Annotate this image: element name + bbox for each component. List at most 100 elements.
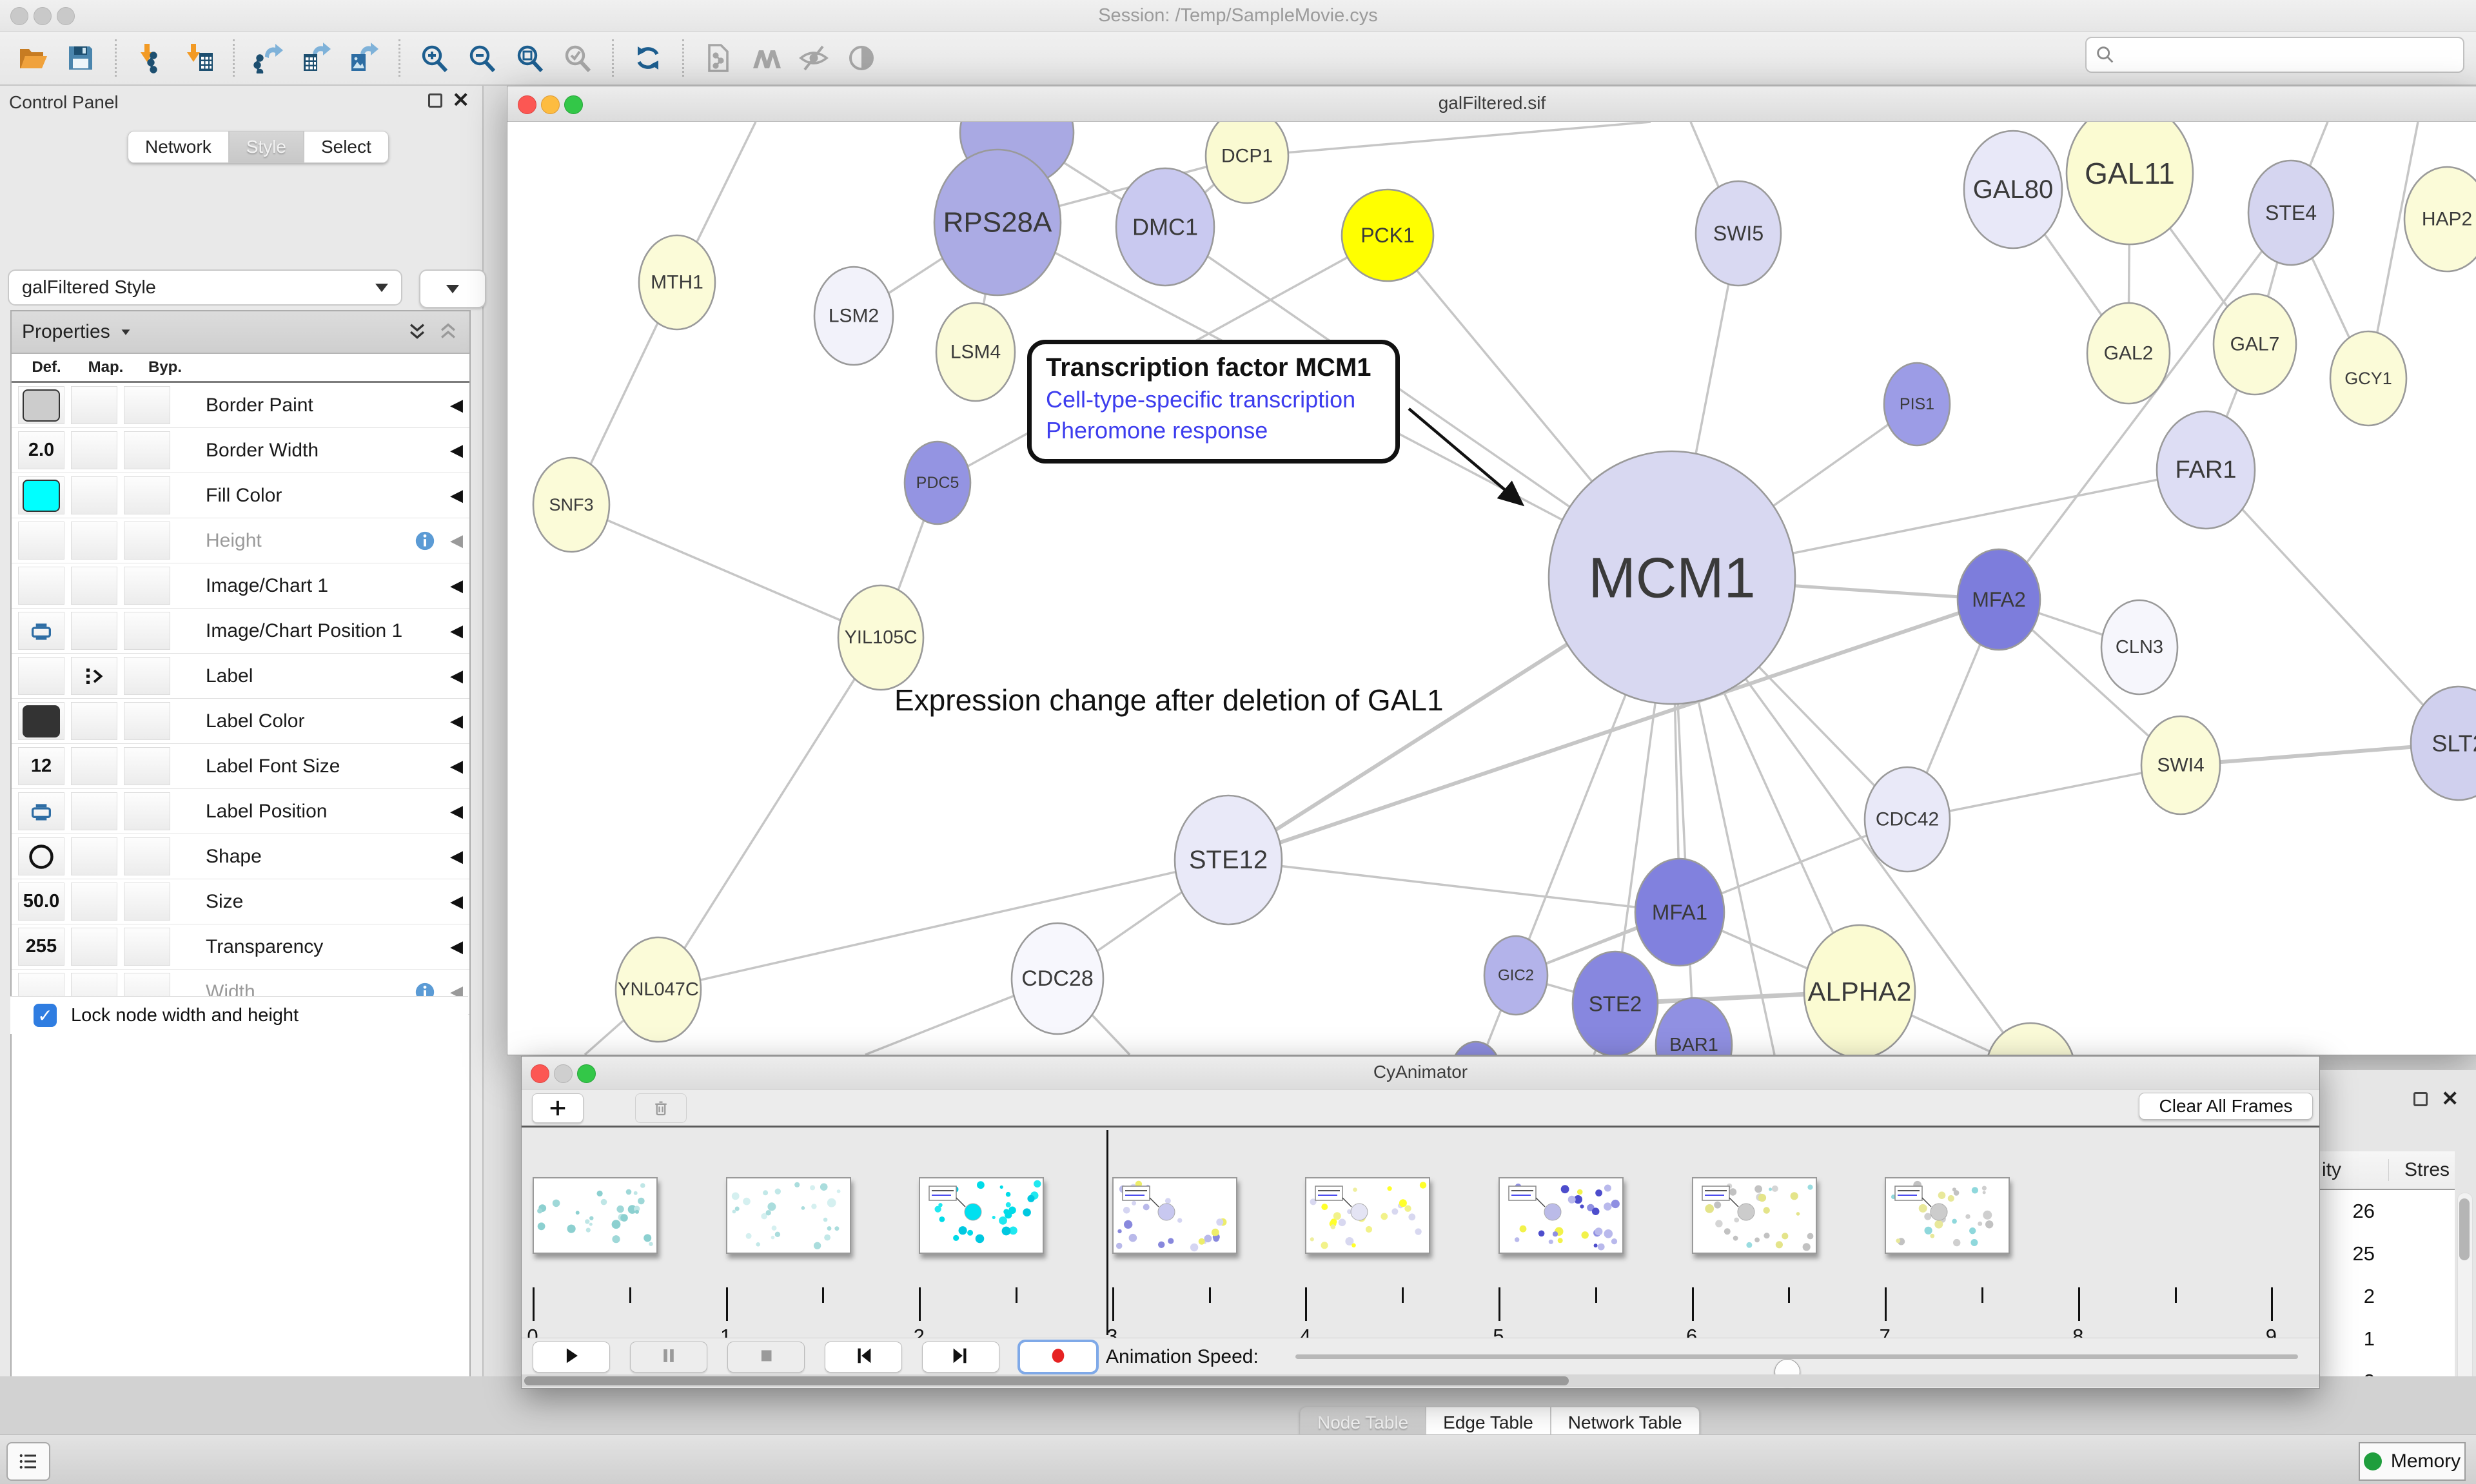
bypass-cell[interactable] bbox=[124, 522, 170, 560]
mapping-cell[interactable] bbox=[71, 612, 117, 650]
expand-property-icon[interactable]: ◀ bbox=[450, 531, 463, 551]
annotation-box[interactable]: Transcription factor MCM1 Cell-type-spec… bbox=[1027, 340, 1400, 464]
expand-property-icon[interactable]: ◀ bbox=[450, 666, 463, 686]
default-value-cell[interactable]: 12 bbox=[18, 747, 64, 785]
property-row-label-position[interactable]: Label Position◀ bbox=[12, 789, 469, 834]
mapping-cell[interactable] bbox=[71, 792, 117, 830]
property-row-label-font-size[interactable]: 12Label Font Size◀ bbox=[12, 744, 469, 789]
property-row-fill-color[interactable]: Fill Color◀ bbox=[12, 473, 469, 518]
network-node-snf3[interactable]: SNF3 bbox=[533, 458, 609, 552]
style-select[interactable]: galFiltered Style bbox=[8, 269, 402, 306]
close-panel-icon[interactable]: ✕ bbox=[2441, 1088, 2459, 1109]
property-row-shape[interactable]: Shape◀ bbox=[12, 834, 469, 879]
table-scrollbar[interactable] bbox=[2457, 1193, 2473, 1387]
lock-size-checkbox[interactable]: ✓ bbox=[34, 1004, 57, 1027]
network-node-hap2[interactable]: HAP2 bbox=[2404, 167, 2476, 271]
network-node-gal7[interactable]: GAL7 bbox=[2214, 294, 2296, 395]
network-node-cdc28[interactable]: CDC28 bbox=[1012, 923, 1103, 1034]
network-node-rps28a[interactable]: RPS28A bbox=[934, 150, 1061, 295]
frame-thumbnail-2[interactable] bbox=[919, 1177, 1044, 1254]
style-options-button[interactable] bbox=[419, 269, 486, 308]
network-node-ste12[interactable]: STE12 bbox=[1175, 796, 1282, 924]
frame-thumbnail-1[interactable] bbox=[726, 1177, 851, 1254]
property-row-border-paint[interactable]: Border Paint◀ bbox=[12, 383, 469, 428]
mapping-cell[interactable] bbox=[71, 431, 117, 469]
default-value-cell[interactable] bbox=[18, 476, 64, 514]
network-node-lsm4[interactable]: LSM4 bbox=[936, 303, 1015, 401]
default-value-cell[interactable] bbox=[18, 386, 64, 424]
expand-property-icon[interactable]: ◀ bbox=[450, 801, 463, 821]
mapping-cell[interactable] bbox=[71, 386, 117, 424]
expand-property-icon[interactable]: ◀ bbox=[450, 440, 463, 460]
network-node-yil105c[interactable]: YIL105C bbox=[838, 585, 923, 690]
animation-speed-slider[interactable] bbox=[1295, 1354, 2298, 1359]
memory-button[interactable]: Memory bbox=[2359, 1442, 2466, 1481]
play-button[interactable] bbox=[533, 1342, 610, 1372]
delete-frame-button[interactable] bbox=[635, 1093, 687, 1123]
stop-button[interactable] bbox=[727, 1342, 805, 1372]
network-node-pis1[interactable]: PIS1 bbox=[1884, 363, 1950, 445]
close-panel-icon[interactable]: ✕ bbox=[452, 90, 469, 110]
network-node-mcm1[interactable]: MCM1 bbox=[1549, 451, 1795, 704]
mapping-cell[interactable] bbox=[71, 702, 117, 740]
mapping-cell[interactable] bbox=[71, 567, 117, 605]
frame-thumbnail-4[interactable] bbox=[1305, 1177, 1430, 1254]
default-value-cell[interactable]: 50.0 bbox=[18, 883, 64, 921]
zoom-fit-icon[interactable] bbox=[513, 41, 547, 75]
network-node-pck1[interactable]: PCK1 bbox=[1342, 190, 1433, 281]
record-button[interactable] bbox=[1019, 1342, 1097, 1372]
default-value-cell[interactable]: 255 bbox=[18, 928, 64, 966]
frame-thumbnail-3[interactable] bbox=[1112, 1177, 1237, 1254]
import-network-icon[interactable] bbox=[134, 41, 168, 75]
export-table-icon[interactable] bbox=[300, 41, 333, 75]
info-icon[interactable] bbox=[414, 530, 436, 552]
network-node-swi5[interactable]: SWI5 bbox=[1696, 181, 1781, 286]
bypass-cell[interactable] bbox=[124, 702, 170, 740]
tab-network[interactable]: Network bbox=[128, 131, 229, 163]
bypass-cell[interactable] bbox=[124, 431, 170, 469]
property-row-transparency[interactable]: 255Transparency◀ bbox=[12, 924, 469, 970]
network-node-swi4[interactable]: SWI4 bbox=[2141, 716, 2220, 814]
network-edge[interactable] bbox=[1999, 213, 2291, 600]
network-node-dmc1[interactable]: DMC1 bbox=[1116, 168, 1214, 286]
default-value-cell[interactable] bbox=[18, 657, 64, 695]
export-image-icon[interactable] bbox=[348, 41, 381, 75]
network-node-lsm2[interactable]: LSM2 bbox=[814, 267, 893, 365]
network-node-bar1[interactable]: BAR1 bbox=[1656, 998, 1732, 1055]
property-row-label[interactable]: Label◀ bbox=[12, 654, 469, 699]
expand-property-icon[interactable]: ◀ bbox=[450, 937, 463, 957]
network-node-ste4[interactable]: STE4 bbox=[2248, 161, 2334, 265]
mapping-cell[interactable] bbox=[71, 476, 117, 514]
tab-select[interactable]: Select bbox=[304, 131, 389, 163]
network-node-dcp1[interactable]: DCP1 bbox=[1206, 122, 1288, 203]
collapse-all-icon[interactable] bbox=[437, 321, 459, 343]
default-value-cell[interactable] bbox=[18, 567, 64, 605]
pause-button[interactable] bbox=[630, 1342, 707, 1372]
network-edge[interactable] bbox=[2206, 470, 2459, 743]
network-node-mfa2[interactable]: MFA2 bbox=[1958, 549, 2040, 650]
network-node-alpha2[interactable]: ALPHA2 bbox=[1804, 925, 1915, 1055]
expand-property-icon[interactable]: ◀ bbox=[450, 846, 463, 866]
expand-property-icon[interactable]: ◀ bbox=[450, 621, 463, 641]
frame-thumbnail-6[interactable] bbox=[1692, 1177, 1817, 1254]
expand-property-icon[interactable]: ◀ bbox=[450, 892, 463, 912]
table-column-header[interactable]: Stres bbox=[2389, 1159, 2455, 1181]
network-edge[interactable] bbox=[658, 638, 881, 990]
property-row-image-chart-position-1[interactable]: Image/Chart Position 1◀ bbox=[12, 609, 469, 654]
default-value-cell[interactable] bbox=[18, 612, 64, 650]
network-node-mfa1[interactable]: MFA1 bbox=[1635, 859, 1724, 966]
bypass-cell[interactable] bbox=[124, 567, 170, 605]
network-node-far1[interactable]: FAR1 bbox=[2157, 411, 2255, 529]
bypass-cell[interactable] bbox=[124, 792, 170, 830]
network-node-node_cut[interactable] bbox=[1451, 1042, 1501, 1055]
clear-all-frames-button[interactable]: Clear All Frames bbox=[2139, 1093, 2313, 1120]
network-canvas[interactable]: DCP1PCK1RPS28ADMC1MTH1LSM2LSM4SWI5GAL80G… bbox=[507, 122, 2476, 1055]
table-row[interactable]: 2 bbox=[2319, 1275, 2455, 1318]
bypass-cell[interactable] bbox=[124, 837, 170, 875]
mapping-cell[interactable] bbox=[71, 522, 117, 560]
apply-layout-icon[interactable] bbox=[631, 41, 665, 75]
zoom-in-icon[interactable] bbox=[418, 41, 451, 75]
table-row[interactable]: 25 bbox=[2319, 1233, 2455, 1275]
network-edge[interactable] bbox=[571, 505, 881, 638]
network-node-gic2[interactable]: GIC2 bbox=[1484, 936, 1548, 1015]
